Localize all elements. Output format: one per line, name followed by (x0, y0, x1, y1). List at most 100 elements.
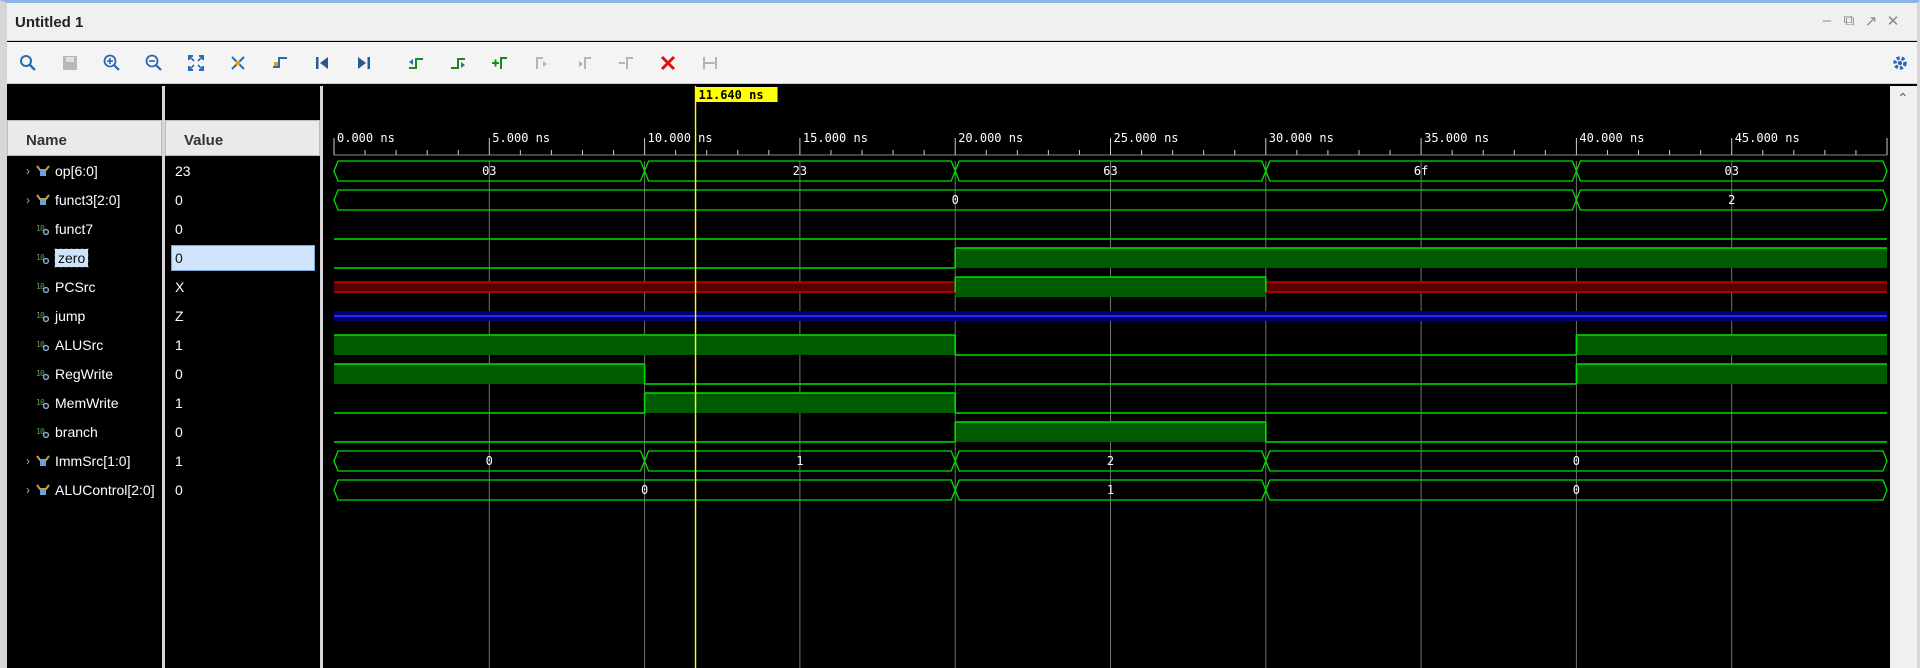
save-button[interactable] (57, 51, 83, 75)
signal-name: op[6:0] (55, 163, 98, 179)
bus-value-label: 2 (1728, 193, 1735, 207)
signal-row-funct7[interactable]: 1 0 funct7 (21, 217, 93, 241)
snap-to-transition-button[interactable] (697, 51, 723, 75)
previous-marker-icon (536, 57, 547, 69)
high-level-fill (955, 277, 1266, 297)
bus-value-label: 0 (641, 483, 648, 497)
bus-value-label: 6f (1414, 164, 1428, 178)
add-marker-icon (492, 57, 507, 69)
previous-transition-button[interactable] (403, 51, 429, 75)
expand-chevron-icon[interactable]: › (21, 164, 35, 178)
signal-value: 1 (175, 453, 183, 469)
signal-value: 0 (175, 192, 183, 208)
signal-name: zero (53, 248, 90, 268)
bit-signal-icon: 10 (36, 311, 50, 323)
restore-icon[interactable]: ⧉ (1841, 12, 1857, 29)
signal-values-panel: Value 23 0 0 0 X Z 1 0 1 0 1 0 (165, 86, 320, 668)
zoom-to-cursor-button[interactable] (225, 51, 251, 75)
time-tick-label: 10.000 ns (648, 131, 713, 145)
go-to-time-icon (273, 57, 287, 68)
next-marker-button[interactable] (571, 51, 597, 75)
search-button[interactable] (15, 51, 41, 75)
signal-row-zero[interactable]: 1 0 zero (21, 246, 90, 270)
maximize-icon[interactable]: ↗ (1863, 12, 1879, 30)
waveform-area[interactable]: 0.000 ns 5.000 ns 10.000 ns 15.000 ns 20.000… (325, 86, 1890, 668)
signal-name: ImmSrc[1:0] (55, 453, 131, 469)
delete-icon (660, 55, 676, 71)
signal-row-memwrite[interactable]: 1 0 MemWrite (21, 391, 119, 415)
signal-row-alusrc[interactable]: 1 0 ALUSrc (21, 333, 103, 357)
expand-chevron-icon[interactable]: › (21, 193, 35, 207)
next-transition-button[interactable] (445, 51, 471, 75)
bus-value-label: 0 (1573, 483, 1580, 497)
bus-signal-icon (36, 455, 50, 466)
bit-signal-icon: 10 (36, 282, 50, 294)
signal-names-panel: Name › op[6:0] › funct3[2:0] 1 0 funct7 1 0 zero 1… (7, 86, 162, 668)
bus-value-label: 23 (793, 164, 807, 178)
name-column-header[interactable]: Name (7, 120, 162, 156)
zoom-cursor-icon (231, 56, 245, 70)
swap-cursors-button[interactable] (613, 51, 639, 75)
vertical-scrollbar[interactable]: ⌃ (1890, 86, 1917, 668)
unknown-level-fill (334, 282, 956, 292)
signal-value: 0 (175, 250, 183, 266)
signal-row-regwrite[interactable]: 1 0 RegWrite (21, 362, 113, 386)
toolbar (7, 42, 1917, 84)
signal-value: 0 (175, 366, 183, 382)
zoom-in-button[interactable] (99, 51, 125, 75)
signal-row-alucontrol[interactable]: › ALUControl[2:0] (21, 478, 155, 502)
signal-row-pcsrc[interactable]: 1 0 PCSrc (21, 275, 95, 299)
window-title: Untitled 1 (15, 14, 84, 31)
bit-signal-icon: 10 (36, 224, 50, 236)
minimize-icon[interactable]: – (1819, 12, 1835, 29)
close-icon[interactable]: ✕ (1885, 12, 1901, 30)
high-level-fill (1576, 364, 1887, 384)
time-tick-label: 35.000 ns (1424, 131, 1489, 145)
bus-value-label: 03 (1724, 164, 1738, 178)
signal-row-jump[interactable]: 1 0 jump (21, 304, 85, 328)
go-to-end-button[interactable] (351, 51, 377, 75)
delete-markers-button[interactable] (655, 51, 681, 75)
signal-name: RegWrite (55, 366, 114, 382)
go-to-time-zero-button[interactable] (267, 51, 293, 75)
signal-name: jump (55, 308, 86, 324)
previous-marker-button[interactable] (529, 51, 555, 75)
signal-row-op[interactable]: › op[6:0] (21, 159, 98, 183)
high-level-fill (1576, 335, 1887, 355)
high-level-fill (644, 393, 956, 413)
value-column-header[interactable]: Value (165, 120, 320, 156)
signal-value: Z (175, 308, 184, 324)
scroll-up-icon[interactable]: ⌃ (1897, 90, 1909, 107)
high-level-fill (334, 335, 956, 355)
go-to-end-icon (358, 57, 370, 69)
bus-value-label: 1 (796, 454, 803, 468)
bit-signal-icon: 10 (36, 340, 50, 352)
waveform-canvas[interactable]: 0.000 ns 5.000 ns 10.000 ns 15.000 ns 20.000… (325, 86, 1890, 668)
signal-row-branch[interactable]: 1 0 branch (21, 420, 98, 444)
expand-chevron-icon[interactable]: › (21, 483, 35, 497)
high-level-fill (334, 364, 645, 384)
bus-value-label: 0 (952, 193, 959, 207)
signal-value: 0 (175, 221, 183, 237)
selected-row-highlight (171, 245, 315, 271)
signal-row-immsrc[interactable]: › ImmSrc[1:0] (21, 449, 130, 473)
signal-name: MemWrite (55, 395, 119, 411)
search-icon (20, 55, 36, 71)
time-cursor-label: 11.640 ns (699, 88, 764, 102)
high-level-fill (955, 422, 1266, 442)
expand-chevron-icon[interactable]: › (21, 454, 35, 468)
signal-row-funct3[interactable]: › funct3[2:0] (21, 188, 120, 212)
bit-signal-icon: 10 (36, 398, 50, 410)
go-to-start-button[interactable] (309, 51, 335, 75)
settings-button[interactable] (1887, 51, 1913, 75)
bus-value-label: 0 (486, 454, 493, 468)
value-wave-divider[interactable] (320, 86, 323, 668)
signal-value: X (175, 279, 185, 295)
time-tick-label: 40.000 ns (1579, 131, 1644, 145)
bus-value-label: 0 (1573, 454, 1580, 468)
zoom-fit-button[interactable] (183, 51, 209, 75)
add-marker-button[interactable] (487, 51, 513, 75)
zoom-out-button[interactable] (141, 51, 167, 75)
next-marker-icon (579, 57, 591, 69)
time-tick-label: 45.000 ns (1735, 131, 1800, 145)
